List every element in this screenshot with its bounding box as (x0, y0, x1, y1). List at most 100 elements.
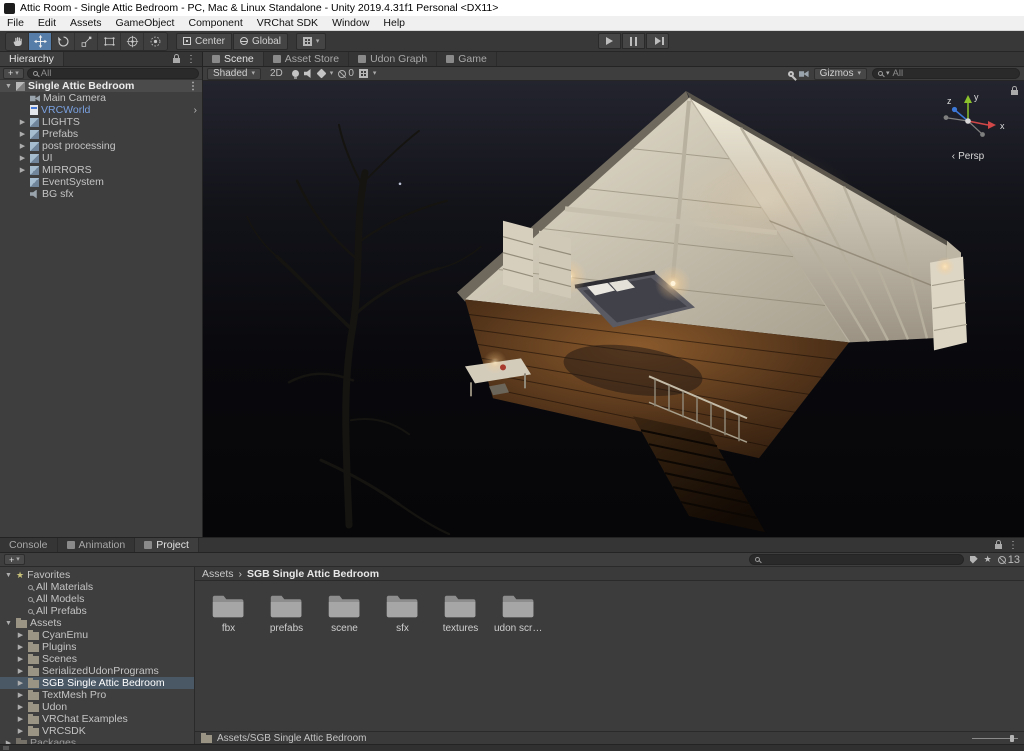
panel-menu-icon[interactable]: ⋮ (186, 54, 196, 65)
project-folder-udon[interactable]: ▶Udon (0, 701, 194, 713)
project-folder-serializedudonprograms[interactable]: ▶SerializedUdonPrograms (0, 665, 194, 677)
expand-arrow-icon[interactable]: ▶ (16, 679, 25, 687)
favorite-all-materials[interactable]: ▶All Materials (0, 581, 194, 593)
menu-help[interactable]: Help (376, 16, 412, 30)
expand-arrow-icon[interactable]: ▶ (4, 739, 13, 744)
expand-arrow-icon[interactable]: ▶ (18, 154, 27, 162)
project-folder-sgb-single-attic-bedroom[interactable]: ▶SGB Single Attic Bedroom (0, 677, 194, 689)
play-button[interactable] (598, 33, 621, 49)
packages-root[interactable]: ▶Packages (0, 737, 194, 744)
slider-thumb[interactable] (1010, 735, 1014, 742)
custom-tool-button[interactable] (144, 33, 167, 50)
tab-hierarchy[interactable]: Hierarchy (0, 52, 64, 66)
transform-tool-button[interactable] (121, 33, 144, 50)
draw-mode-dropdown[interactable]: Shaded ▾ (207, 68, 261, 80)
scene-visibility-toggle[interactable]: 0 (338, 68, 354, 79)
project-create-button[interactable]: + ▾ (4, 554, 25, 565)
expand-arrow-icon[interactable]: ▶ (18, 166, 27, 174)
gizmos-dropdown[interactable]: Gizmos ▾ (814, 68, 867, 80)
scene-viewport[interactable]: y z x ‹ Persp (203, 81, 1024, 537)
hierarchy-item-post-processing[interactable]: ▶post processing (0, 140, 202, 152)
thumbnail-zoom-slider[interactable] (972, 734, 1018, 743)
rotate-tool-button[interactable] (52, 33, 75, 50)
tool-settings-icon[interactable] (788, 71, 794, 77)
expand-arrow-icon[interactable]: ▶ (16, 643, 25, 651)
save-search-icon[interactable]: ★ (984, 555, 992, 564)
expand-arrow-icon[interactable]: ▶ (16, 631, 25, 639)
pivot-toggle-button[interactable]: Center (176, 33, 232, 50)
search-by-type-icon[interactable] (970, 556, 978, 564)
menu-assets[interactable]: Assets (63, 16, 109, 30)
menu-gameobject[interactable]: GameObject (109, 16, 182, 30)
scene-menu-icon[interactable]: ⋮ (188, 81, 198, 92)
scene-audio-toggle-icon[interactable] (304, 69, 313, 78)
favorites-root[interactable]: ▼★Favorites (0, 569, 194, 581)
scene-lighting-toggle-icon[interactable] (292, 70, 299, 77)
panel-menu-icon[interactable]: ⋮ (1008, 540, 1018, 551)
pause-button[interactable] (622, 33, 645, 49)
move-tool-button[interactable] (29, 33, 52, 50)
menu-file[interactable]: File (0, 16, 31, 30)
create-menu-button[interactable]: + ▾ (3, 68, 24, 79)
lock-icon[interactable] (995, 544, 1002, 549)
persp-label[interactable]: Persp (958, 151, 984, 162)
tab-asset-store[interactable]: Asset Store (264, 52, 349, 66)
project-folder-textmesh-pro[interactable]: ▶TextMesh Pro (0, 689, 194, 701)
expand-arrow-icon[interactable]: ▶ (16, 703, 25, 711)
menu-component[interactable]: Component (181, 16, 249, 30)
grid-snap-button[interactable]: ▾ (296, 33, 327, 50)
space-toggle-button[interactable]: Global (233, 33, 288, 50)
effects-toggle-icon[interactable] (316, 69, 326, 79)
expand-arrow-icon[interactable]: ▶ (16, 727, 25, 735)
collapse-arrow-icon[interactable]: ▼ (4, 83, 13, 90)
menu-vrchat-sdk[interactable]: VRChat SDK (250, 16, 325, 30)
breadcrumb-root[interactable]: Assets (202, 568, 234, 580)
dropdown-arrow-icon[interactable]: ▾ (373, 70, 377, 77)
asset-folder-prefabs[interactable]: prefabs (262, 592, 311, 634)
project-folder-scenes[interactable]: ▶Scenes (0, 653, 194, 665)
tab-udon-graph[interactable]: Udon Graph (349, 52, 437, 66)
expand-arrow-icon[interactable]: ▶ (16, 715, 25, 723)
hierarchy-item-lights[interactable]: ▶LIGHTS (0, 116, 202, 128)
hierarchy-scene-row[interactable]: ▼ Single Attic Bedroom ⋮ (0, 80, 202, 92)
expand-arrow-icon[interactable]: ▼ (4, 620, 13, 627)
scene-camera-settings-icon[interactable] (799, 70, 809, 78)
hierarchy-item-prefabs[interactable]: ▶Prefabs (0, 128, 202, 140)
tab-game[interactable]: Game (437, 52, 497, 66)
hand-tool-button[interactable] (6, 33, 29, 50)
step-button[interactable] (646, 33, 669, 49)
asset-folder-sfx[interactable]: sfx (378, 592, 427, 634)
favorite-all-prefabs[interactable]: ▶All Prefabs (0, 605, 194, 617)
hierarchy-item-vrcworld[interactable]: ▶VRCWorld› (0, 104, 202, 116)
prefab-chevron-icon[interactable]: › (194, 104, 203, 116)
asset-folder-scene[interactable]: scene (320, 592, 369, 634)
hierarchy-item-eventsystem[interactable]: ▶EventSystem (0, 176, 202, 188)
expand-arrow-icon[interactable]: ▶ (16, 655, 25, 663)
project-folder-cyanemu[interactable]: ▶CyanEmu (0, 629, 194, 641)
tab-animation[interactable]: Animation (58, 538, 136, 552)
menu-edit[interactable]: Edit (31, 16, 63, 30)
assets-root[interactable]: ▼Assets (0, 617, 194, 629)
dropdown-arrow-icon[interactable]: ▾ (330, 70, 334, 77)
menu-window[interactable]: Window (325, 16, 376, 30)
asset-folder-fbx[interactable]: fbx (204, 592, 253, 634)
tab-console[interactable]: Console (0, 538, 58, 552)
expand-arrow-icon[interactable]: ▶ (18, 142, 27, 150)
favorite-all-models[interactable]: ▶All Models (0, 593, 194, 605)
asset-folder-textures[interactable]: textures (436, 592, 485, 634)
orientation-gizmo[interactable]: y z x ‹ Persp (924, 91, 1012, 162)
rect-tool-button[interactable] (98, 33, 121, 50)
hierarchy-item-mirrors[interactable]: ▶MIRRORS (0, 164, 202, 176)
expand-arrow-icon[interactable]: ▼ (4, 572, 13, 579)
project-folder-plugins[interactable]: ▶Plugins (0, 641, 194, 653)
viewport-lock-icon[interactable] (1011, 90, 1018, 95)
scale-tool-button[interactable] (75, 33, 98, 50)
expand-arrow-icon[interactable]: ▶ (18, 118, 27, 126)
asset-folder-udon-scrip[interactable]: udon scrip... (494, 592, 543, 634)
scene-search-input[interactable]: ▾ All (872, 68, 1020, 79)
hierarchy-item-ui[interactable]: ▶UI (0, 152, 202, 164)
2d-toggle-button[interactable]: 2D (266, 68, 287, 79)
grid-visibility-icon[interactable] (359, 69, 368, 78)
expand-arrow-icon[interactable]: ▶ (16, 667, 25, 675)
hierarchy-item-main-camera[interactable]: ▶Main Camera (0, 92, 202, 104)
